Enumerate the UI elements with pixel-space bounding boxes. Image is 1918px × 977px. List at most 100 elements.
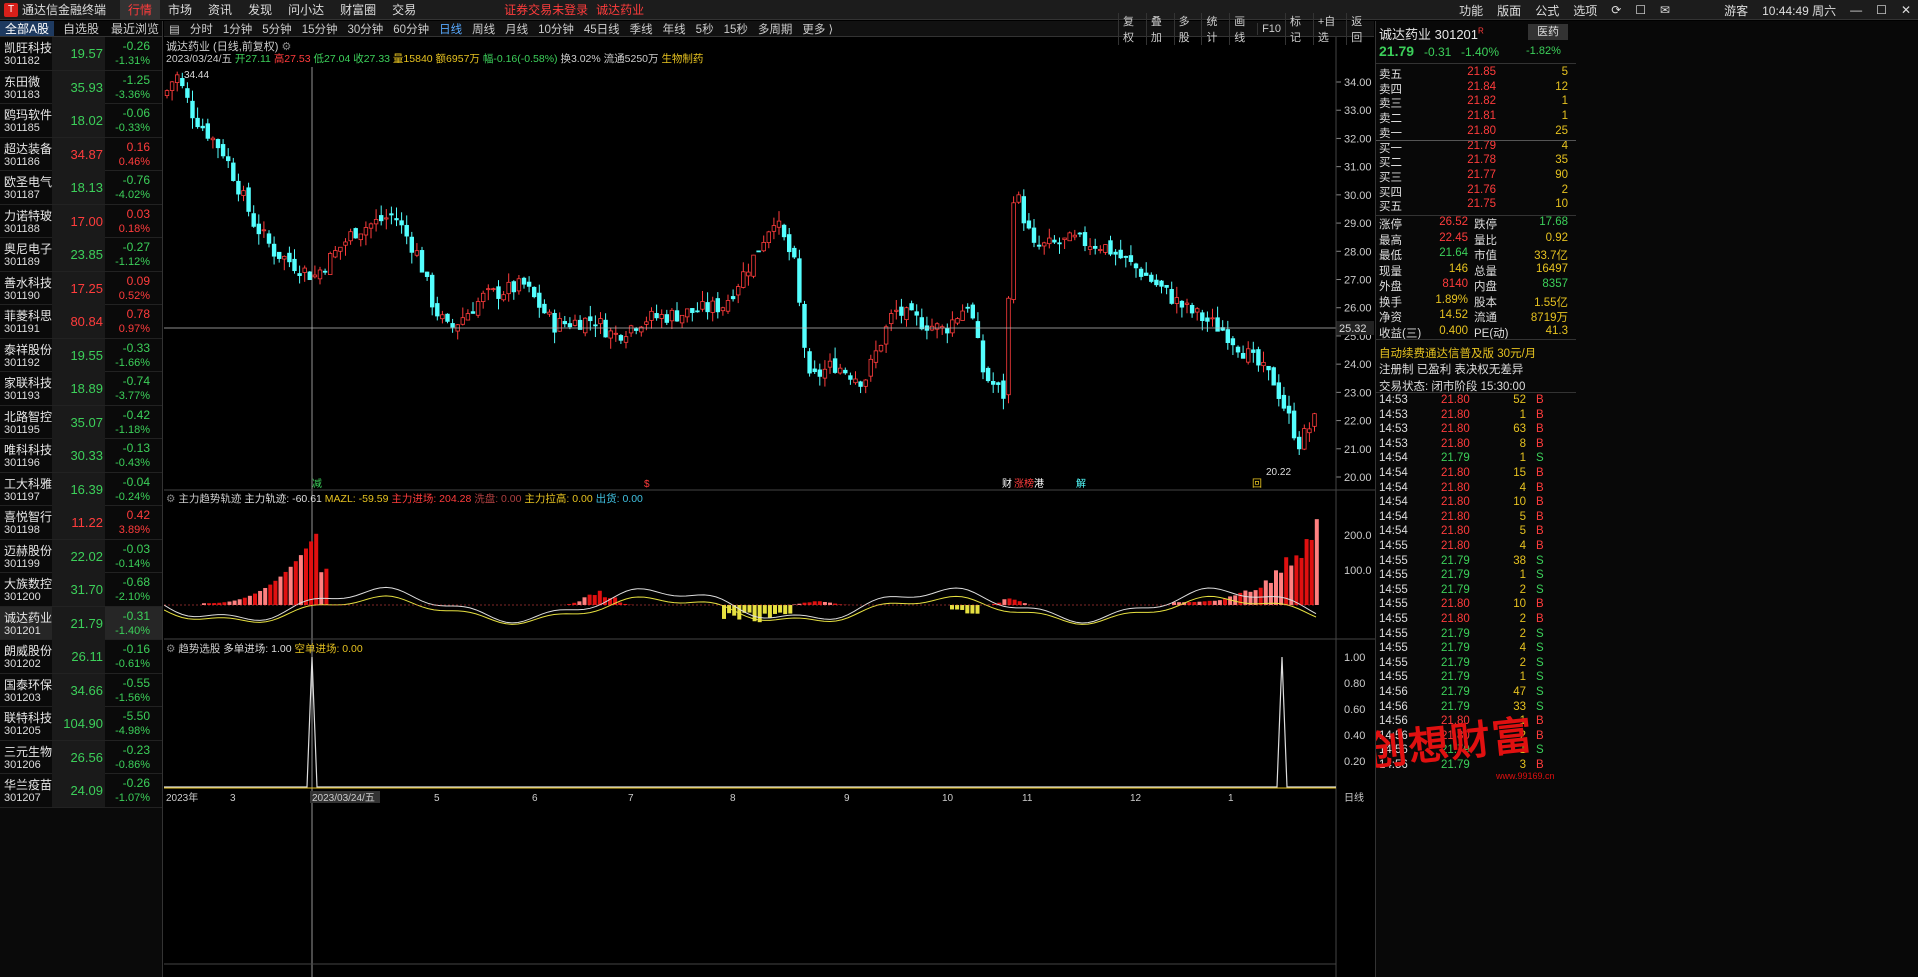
stock-list-item[interactable]: 国泰环保 301203 34.66 -0.55 -1.56% [0, 673, 162, 707]
period-6[interactable]: 日线 [434, 21, 467, 37]
maximize-icon[interactable]: ☐ [1869, 3, 1894, 17]
stock-list-item[interactable]: 欧圣电气 301187 18.13 -0.76 -4.02% [0, 171, 162, 205]
candle-body [736, 286, 741, 296]
ind1-distribution: 出货: 0.00 [595, 493, 643, 505]
menu-trade[interactable]: 交易 [384, 0, 424, 20]
period-16[interactable]: 更多 ⟩ [797, 21, 838, 37]
kline-chart[interactable]: 34.0033.0032.0031.0030.0029.0028.0027.00… [164, 37, 1375, 977]
period-10[interactable]: 45日线 [579, 21, 625, 37]
candle-body [603, 319, 608, 338]
period-5[interactable]: 60分钟 [388, 21, 434, 37]
candle-body [424, 271, 430, 277]
ask-level[interactable]: 卖一 21.80 25 [1376, 125, 1576, 140]
menu-discover[interactable]: 发现 [240, 0, 280, 20]
user-guest[interactable]: 游客 [1717, 2, 1755, 19]
stock-list-item[interactable]: 诚达药业 301201 21.79 -0.31 -1.40% [0, 606, 162, 640]
candle-body [1184, 302, 1190, 305]
menu-ask[interactable]: 问小达 [280, 0, 332, 20]
menu-market[interactable]: 市场 [160, 0, 200, 20]
stock-price: 17.00 [70, 213, 103, 229]
period-8[interactable]: 月线 [500, 21, 533, 37]
refresh-icon[interactable]: ⟳ [1604, 3, 1628, 17]
mail-icon[interactable]: ✉ [1653, 3, 1677, 17]
stock-list-item[interactable]: 鸥玛软件 301185 18.02 -0.06 -0.33% [0, 104, 162, 138]
tab-watchlist[interactable]: 自选股 [54, 21, 108, 36]
stat-row: 外盘 8140 内盘 8357 [1379, 278, 1568, 293]
period-11[interactable]: 季线 [625, 21, 658, 37]
ask-level[interactable]: 卖三 21.82 1 [1376, 95, 1576, 110]
bid-level[interactable]: 买五 21.75 10 [1376, 198, 1576, 213]
stock-list-item[interactable]: 家联科技 301193 18.89 -0.74 -3.77% [0, 372, 162, 406]
stock-list-item[interactable]: 菲菱科思 301191 80.84 0.78 0.97% [0, 305, 162, 339]
close-icon[interactable]: ✕ [1894, 3, 1918, 17]
stock-list-item[interactable]: 朗威股份 301202 26.11 -0.16 -0.61% [0, 640, 162, 674]
period-9[interactable]: 10分钟 [533, 21, 579, 37]
candle-body [766, 231, 771, 244]
candle-body [475, 301, 481, 316]
stock-list-item[interactable]: 三元生物 301206 26.56 -0.23 -0.86% [0, 740, 162, 774]
period-14[interactable]: 15秒 [719, 21, 753, 37]
stock-list-item[interactable]: 联特科技 301205 104.90 -5.50 -4.98% [0, 707, 162, 741]
ind1-bar [263, 587, 268, 605]
stock-list-item[interactable]: 唯科科技 301196 30.33 -0.13 -0.43% [0, 439, 162, 473]
stock-list-item[interactable]: 华兰疫苗 301207 24.09 -0.26 -1.07% [0, 774, 162, 808]
ind1-bar [788, 605, 793, 614]
ind1-bar [1268, 582, 1273, 605]
period-13[interactable]: 5秒 [691, 21, 719, 37]
candle-body [1082, 232, 1088, 247]
period-12[interactable]: 年线 [658, 21, 691, 37]
bid-level[interactable]: 买二 21.78 35 [1376, 154, 1576, 169]
period-4[interactable]: 30分钟 [342, 21, 388, 37]
bid-level[interactable]: 买一 21.79 4 [1376, 140, 1576, 155]
price-tick-label: 31.00 [1344, 162, 1372, 174]
stock-list-item[interactable]: 喜悦智行 301198 11.22 0.42 3.89% [0, 506, 162, 540]
ask-level[interactable]: 卖二 21.81 1 [1376, 110, 1576, 125]
stock-list-item[interactable]: 凯旺科技 301182 19.57 -0.26 -1.31% [0, 37, 162, 71]
stock-list-item[interactable]: 东田微 301183 35.93 -1.25 -3.36% [0, 70, 162, 104]
ad-banner[interactable]: 自动续费通达信普及版 30元/月 [1379, 345, 1536, 361]
period-1[interactable]: 1分钟 [218, 21, 257, 37]
tool-button-5[interactable]: F10 [1257, 23, 1285, 35]
stock-list-item[interactable]: 力诺特玻 301188 17.00 0.03 0.18% [0, 204, 162, 238]
stock-list-item[interactable]: 超达装备 301186 34.87 0.16 0.46% [0, 137, 162, 171]
stock-list-item[interactable]: 泰祥股份 301192 19.55 -0.33 -1.66% [0, 338, 162, 372]
crosshair-price: 25.32 [1339, 323, 1367, 335]
ask-level[interactable]: 卖五 21.85 5 [1376, 66, 1576, 81]
stock-list-item[interactable]: 善水科技 301190 17.25 0.09 0.52% [0, 271, 162, 305]
tick-row: 14:56 21.79 47 S [1379, 686, 1544, 698]
stock-list-item[interactable]: 奥尼电子 301189 23.85 -0.27 -1.12% [0, 238, 162, 272]
ind1-bar [965, 605, 970, 614]
ind1-bar [1258, 587, 1263, 605]
bid-level[interactable]: 买三 21.77 90 [1376, 169, 1576, 184]
period-15[interactable]: 多周期 [753, 21, 798, 37]
ind1-bar [1279, 572, 1284, 605]
period-2[interactable]: 5分钟 [257, 21, 296, 37]
menu-toggle-icon[interactable]: ▤ [164, 22, 185, 36]
menu-news[interactable]: 资讯 [200, 0, 240, 20]
ask-level[interactable]: 卖四 21.84 12 [1376, 81, 1576, 96]
minimize-icon[interactable]: — [1843, 3, 1869, 17]
menu-layout[interactable]: 版面 [1490, 2, 1528, 19]
tab-recent[interactable]: 最近浏览 [108, 21, 162, 36]
menu-options[interactable]: 选项 [1566, 2, 1604, 19]
stock-price: 19.57 [70, 46, 103, 61]
bid-level[interactable]: 买四 21.76 2 [1376, 184, 1576, 199]
stock-list-item[interactable]: 大族数控 301200 31.70 -0.68 -2.10% [0, 573, 162, 607]
stock-pct: -2.10% [115, 591, 150, 603]
menu-formula[interactable]: 公式 [1528, 2, 1566, 19]
stock-change: -0.42 [122, 407, 150, 422]
tab-all-a-shares[interactable]: 全部A股 [0, 21, 54, 36]
chat-icon[interactable]: ☐ [1628, 3, 1653, 17]
period-7[interactable]: 周线 [467, 21, 500, 37]
login-notice[interactable]: 证券交易未登录 [504, 1, 588, 18]
stock-list-item[interactable]: 北路智控 301195 35.07 -0.42 -1.18% [0, 405, 162, 439]
period-0[interactable]: 分时 [185, 21, 218, 37]
menu-functions[interactable]: 功能 [1452, 2, 1490, 19]
menu-wealth-circle[interactable]: 财富圈 [332, 0, 384, 20]
menu-market-quotes[interactable]: 行情 [120, 0, 161, 20]
period-3[interactable]: 15分钟 [297, 21, 343, 37]
stock-list-item[interactable]: 迈赫股份 301199 22.02 -0.03 -0.14% [0, 539, 162, 573]
sector-button[interactable]: 医药 [1528, 24, 1568, 40]
stock-list-item[interactable]: 工大科雅 301197 16.39 -0.04 -0.24% [0, 472, 162, 506]
stock-price: 24.09 [70, 783, 103, 798]
